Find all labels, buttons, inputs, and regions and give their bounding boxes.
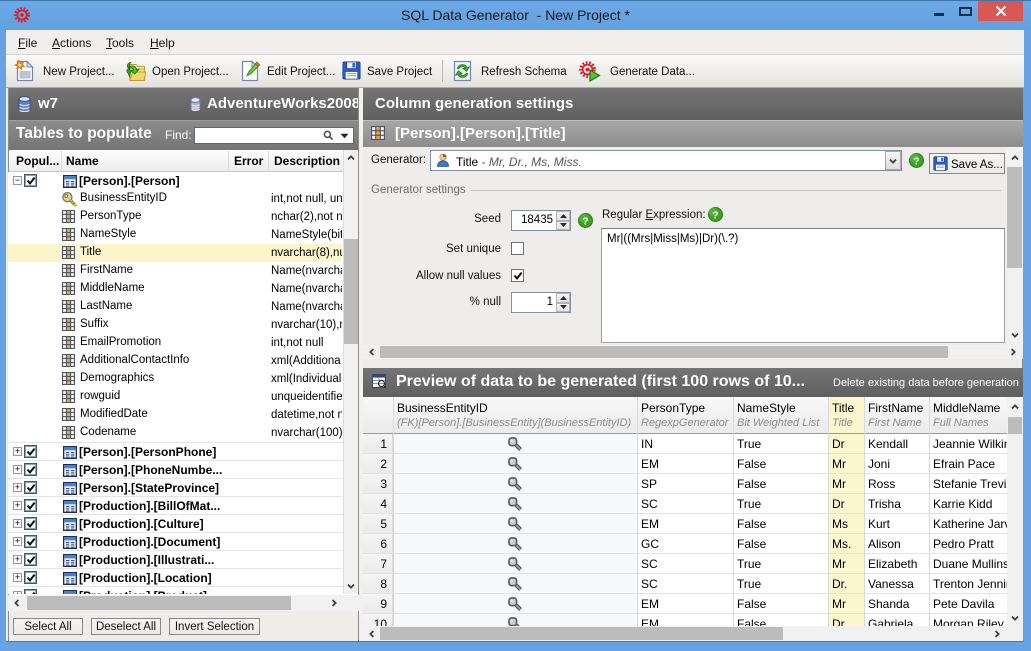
svg-text:?: ? — [582, 215, 588, 227]
svg-text:?: ? — [913, 155, 919, 167]
svg-text:?: ? — [712, 209, 718, 221]
